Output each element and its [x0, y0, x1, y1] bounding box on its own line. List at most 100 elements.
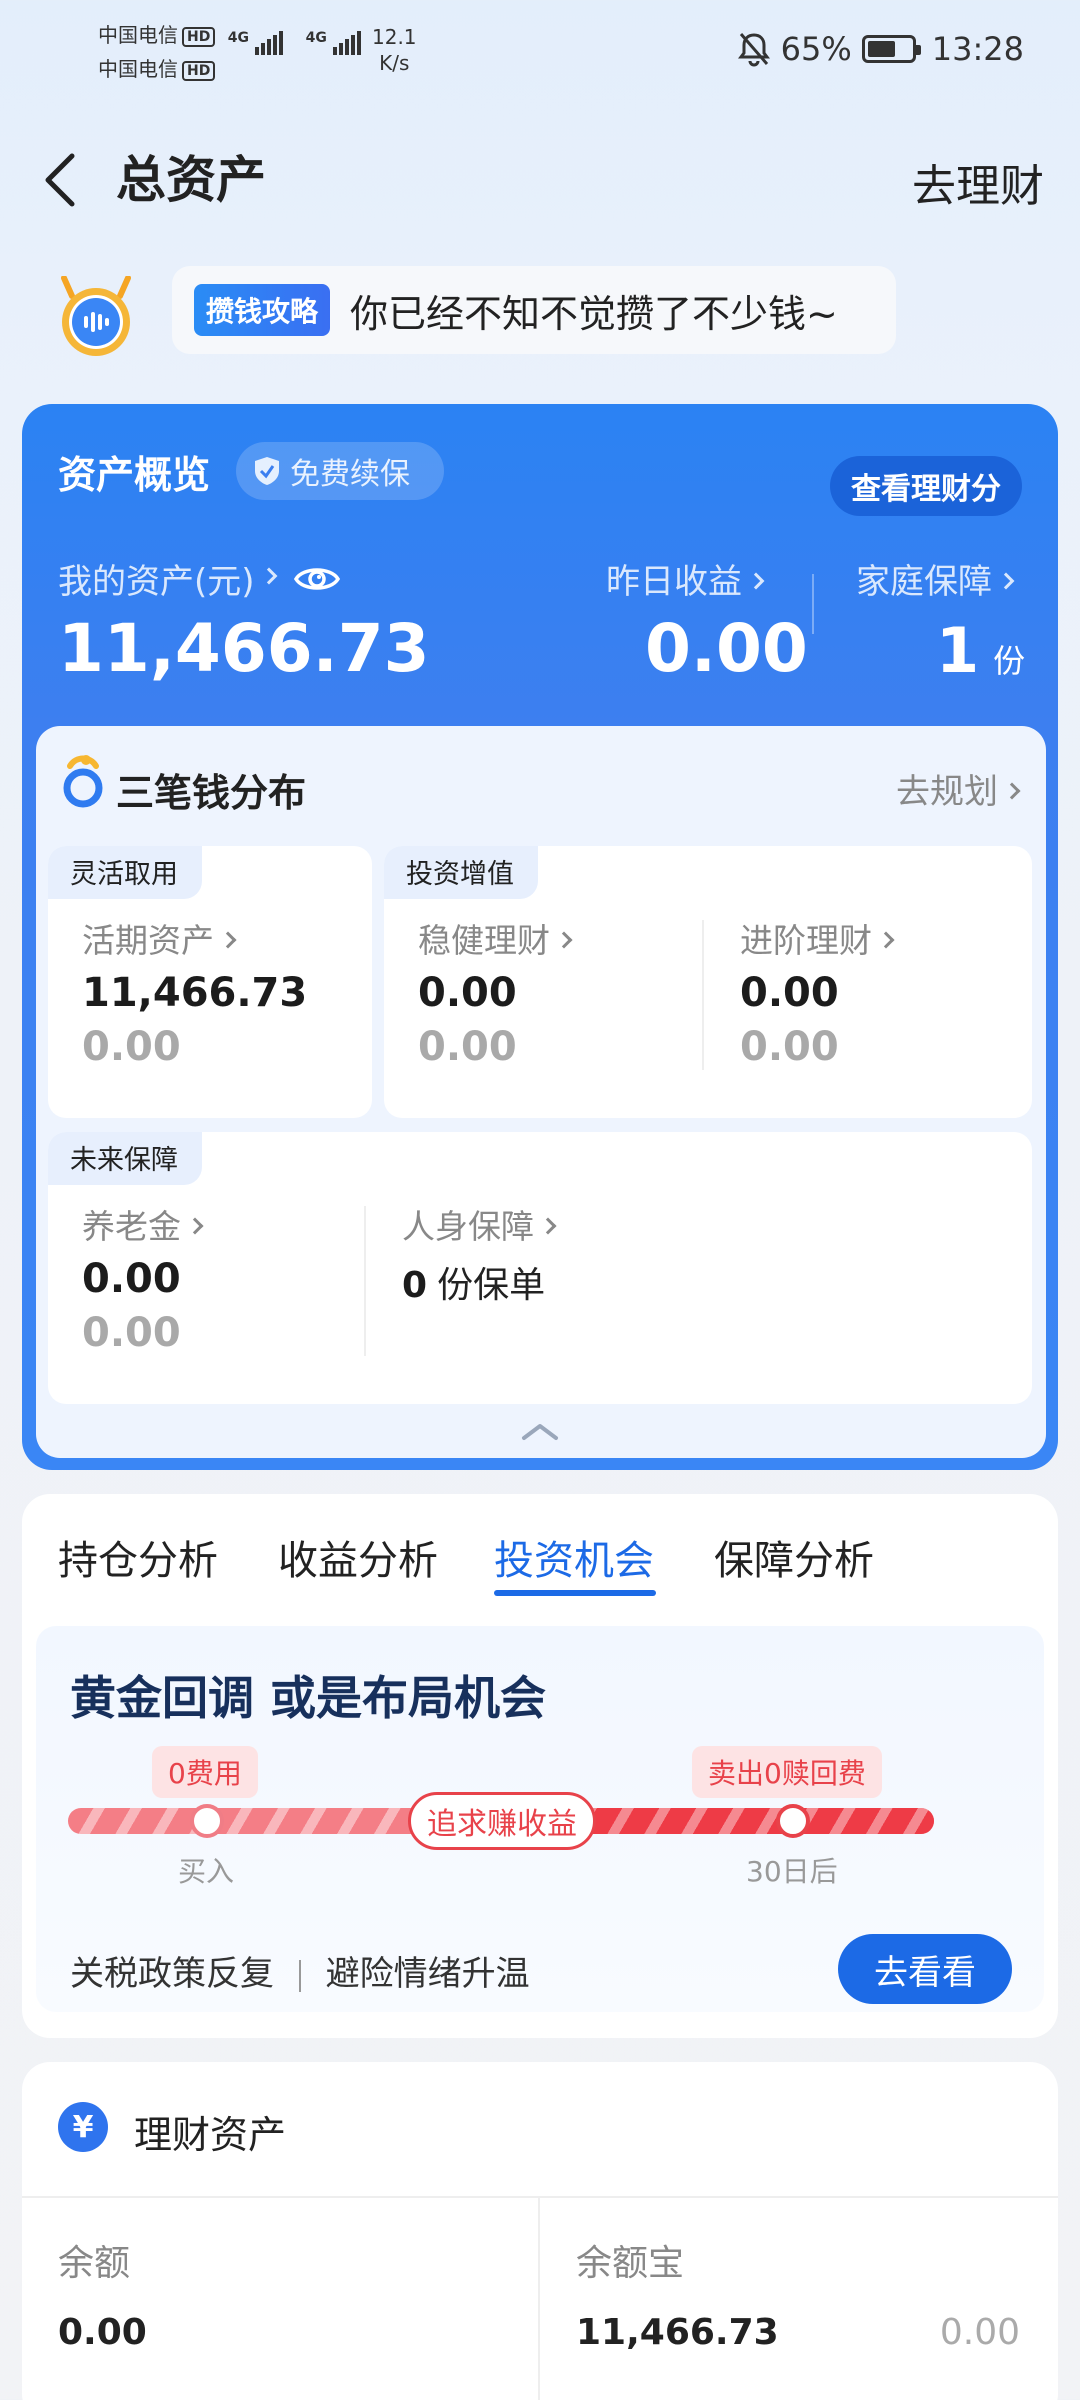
overview-title: 资产概览 — [58, 453, 211, 497]
divider — [538, 2196, 540, 2400]
shield-check-icon — [255, 457, 279, 485]
chevron-right-icon — [555, 931, 573, 948]
chevron-right-icon — [997, 572, 1015, 589]
news-tags: 关税政策反复 避险情绪升温 — [70, 1946, 530, 1995]
steady-finance-text: 稳健理财 — [418, 921, 550, 960]
back-arrow-icon[interactable] — [40, 150, 80, 210]
network-type-1: 4G — [227, 30, 249, 46]
free-renewal-label: 免费续保 — [290, 457, 410, 492]
pension-text: 养老金 — [82, 1207, 181, 1246]
thirty-day-point-marker — [776, 1804, 810, 1838]
view-finance-score-button[interactable]: 查看理财分 — [830, 456, 1022, 516]
three-money-title: 三笔钱分布 — [116, 771, 307, 815]
tip-tag: 攒钱攻略 — [194, 284, 331, 336]
page-title: 总资产 — [116, 151, 266, 209]
go-plan-text: 去规划 — [896, 772, 998, 812]
news-tag-tariff: 关税政策反复 — [70, 1954, 274, 1994]
timeline-track-highlight — [560, 1808, 934, 1834]
go-finance-button[interactable]: 去理财 — [912, 150, 1044, 214]
hd-badge: HD — [182, 26, 216, 47]
investment-growth-card: 投资增值 稳健理财 0.00 0.00 进阶理财 0.00 0.00 — [384, 846, 1032, 1118]
steady-finance-value: 0.00 — [418, 970, 517, 1016]
yen-icon: ¥ — [58, 2102, 108, 2152]
network-type-2: 4G — [305, 30, 327, 46]
chevron-right-icon — [219, 931, 237, 948]
divider — [364, 1206, 366, 1356]
carrier-1: 中国电信 HD 4G 4G — [98, 18, 363, 55]
chevron-right-icon — [186, 1217, 204, 1234]
pension-label[interactable]: 养老金 — [82, 1200, 204, 1248]
divider — [812, 574, 814, 634]
family-protection-value-row: 1 份 — [936, 614, 1025, 687]
chevron-right-icon — [877, 931, 895, 948]
current-assets-label: 活期资产 — [82, 914, 237, 962]
chevron-right-icon — [1003, 782, 1021, 799]
my-assets-value: 11,466.73 — [58, 610, 430, 687]
current-assets-sub-value: 0.00 — [82, 1024, 181, 1070]
clock: 13:28 — [931, 30, 1024, 68]
eye-icon[interactable] — [293, 561, 341, 597]
my-assets-label-row[interactable]: 我的资产(元) — [58, 554, 341, 603]
network-speed-value: 12.1 — [372, 25, 417, 49]
balance-value: 0.00 — [58, 2312, 147, 2353]
yuebao-value: 11,466.73 — [576, 2312, 779, 2353]
future-protection-tag: 未来保障 — [48, 1132, 202, 1185]
yesterday-income-value: 0.00 — [645, 610, 808, 687]
mascot-icon — [61, 276, 131, 356]
advanced-finance-text: 进阶理财 — [740, 921, 872, 960]
future-protection-card: 未来保障 养老金 0.00 0.00 人身保障 0 份保单 — [48, 1132, 1032, 1404]
flexible-use-card[interactable]: 灵活取用 活期资产 11,466.73 0.00 — [48, 846, 372, 1118]
tab-income-analysis[interactable]: 收益分析 — [278, 1528, 438, 1586]
buy-point-label: 买入 — [178, 1855, 235, 1888]
carrier-1-name: 中国电信 — [98, 23, 178, 47]
battery-percent: 65% — [780, 30, 852, 68]
life-protection-text: 人身保障 — [402, 1207, 534, 1246]
tip-banner[interactable]: 攒钱攻略 你已经不知不觉攒了不少钱~ — [172, 266, 896, 354]
battery-level-fill — [867, 41, 895, 57]
life-protection-value-row: 0 份保单 — [402, 1256, 545, 1308]
balance-label[interactable]: 余额 — [58, 2234, 130, 2286]
opportunity-headline: 黄金回调 或是布局机会 — [70, 1671, 547, 1725]
chevron-up-icon[interactable] — [520, 1420, 560, 1442]
current-assets-text: 活期资产 — [82, 921, 214, 960]
news-tag-safe-haven: 避险情绪升温 — [325, 1954, 530, 1994]
free-renewal-badge[interactable]: 免费续保 — [236, 442, 444, 500]
advanced-finance-value: 0.00 — [740, 970, 839, 1016]
steady-finance-sub-value: 0.00 — [418, 1024, 517, 1070]
chevron-right-icon — [260, 567, 278, 584]
life-protection-label[interactable]: 人身保障 — [402, 1200, 557, 1248]
my-assets-label: 我的资产(元) — [58, 562, 255, 602]
go-look-button[interactable]: 去看看 — [838, 1934, 1012, 2004]
zero-fee-pill: 0费用 — [152, 1746, 258, 1798]
chevron-right-icon — [539, 1217, 557, 1234]
family-protection-text: 家庭保障 — [856, 562, 992, 602]
investment-growth-tag: 投资增值 — [384, 846, 538, 899]
steady-finance-label[interactable]: 稳健理财 — [418, 914, 573, 962]
carrier-2-name: 中国电信 — [98, 57, 178, 81]
signal-icon — [255, 21, 285, 55]
hd-badge-2: HD — [182, 60, 216, 81]
divider — [22, 2196, 1058, 2198]
divider — [298, 1959, 301, 1992]
flexible-use-tag: 灵活取用 — [48, 846, 202, 899]
zero-redemption-fee-pill: 卖出0赎回费 — [692, 1746, 882, 1798]
divider — [702, 920, 704, 1070]
advanced-finance-sub-value: 0.00 — [740, 1024, 839, 1070]
tab-holdings-analysis[interactable]: 持仓分析 — [58, 1528, 218, 1586]
advanced-finance-label[interactable]: 进阶理财 — [740, 914, 895, 962]
family-protection-label[interactable]: 家庭保障 — [856, 554, 1015, 603]
yesterday-income-label[interactable]: 昨日收益 — [606, 554, 765, 603]
pension-value: 0.00 — [82, 1256, 181, 1302]
yuebao-income: 0.00 — [939, 2312, 1020, 2353]
yesterday-income-text: 昨日收益 — [606, 562, 742, 602]
thirty-day-label: 30日后 — [746, 1855, 838, 1888]
buy-point-marker — [190, 1804, 224, 1838]
life-protection-unit: 份保单 — [437, 1265, 546, 1306]
family-protection-value: 1 — [936, 614, 980, 687]
chevron-right-icon — [747, 572, 765, 589]
tab-protection-analysis[interactable]: 保障分析 — [714, 1528, 874, 1586]
tip-text: 你已经不知不觉攒了不少钱~ — [350, 291, 838, 336]
tab-investment-opportunity[interactable]: 投资机会 — [494, 1528, 654, 1586]
go-plan-link[interactable]: 去规划 — [896, 764, 1021, 813]
yuebao-label[interactable]: 余额宝 — [576, 2234, 684, 2286]
